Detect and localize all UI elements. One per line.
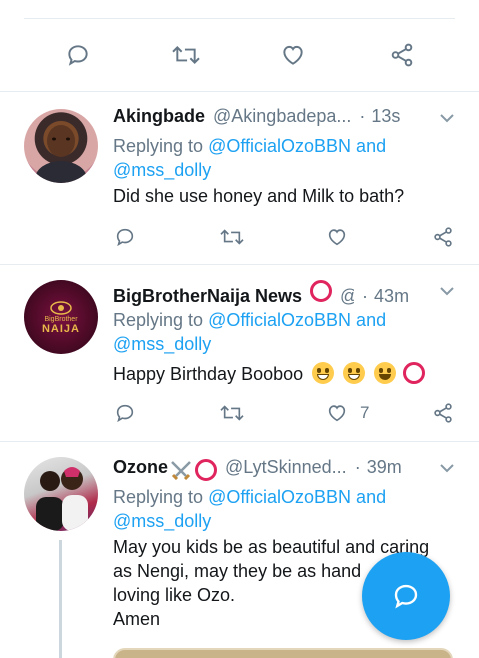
timestamp[interactable]: 39m: [367, 457, 402, 478]
tweet-text: Happy Birthday Booboo: [113, 362, 457, 386]
timestamp[interactable]: 13s: [371, 106, 400, 127]
replying-to: Replying to @OfficialOzoBBN and @mss_dol…: [113, 485, 457, 533]
thread-connector-line: [59, 540, 62, 658]
tweet-text: Did she use honey and Milk to bath?: [113, 186, 405, 206]
share-button[interactable]: [388, 42, 416, 68]
reply-icon: [68, 45, 88, 66]
separator-dot: ·: [354, 457, 361, 477]
chevron-down-icon[interactable]: [439, 461, 455, 479]
reply-button[interactable]: [114, 402, 136, 424]
share-icon: [434, 227, 452, 247]
red-circle-emoji-icon: [310, 280, 333, 302]
avatar[interactable]: BigBrother NAIJA: [24, 280, 98, 354]
timestamp[interactable]: 43m: [374, 286, 409, 307]
display-name[interactable]: Ozone: [113, 457, 168, 478]
like-button[interactable]: [326, 226, 348, 248]
grinning-emoji-icon: [312, 362, 335, 384]
reply-icon: [116, 404, 134, 423]
previous-tweet-actions: [0, 0, 479, 92]
replying-label: Replying to: [113, 487, 204, 507]
red-circle-emoji-icon: [195, 459, 218, 481]
chevron-down-icon[interactable]: [439, 111, 455, 129]
reply-button[interactable]: [114, 226, 136, 248]
compose-reply-icon: [394, 584, 418, 609]
retweet-button[interactable]: [219, 226, 245, 248]
tweet-text-content: Happy Birthday Booboo: [113, 364, 304, 384]
avatar[interactable]: [24, 109, 98, 183]
retweet-icon: [220, 229, 244, 245]
like-button[interactable]: 7: [326, 402, 369, 424]
replying-to: Replying to @OfficialOzoBBN and @mss_dol…: [113, 308, 457, 356]
retweet-icon: [220, 405, 244, 421]
tweet-header: Akingbade @Akingbadepa... · 13s: [113, 106, 457, 132]
tweet-akingbade[interactable]: Akingbade @Akingbadepa... · 13s Replying…: [0, 93, 479, 265]
display-name[interactable]: Akingbade: [113, 106, 205, 127]
replying-label: Replying to: [113, 136, 204, 156]
tweet-bbnaija-news[interactable]: BigBrother NAIJA BigBrotherNaija News @ …: [0, 266, 479, 442]
mention-link[interactable]: @mss_dolly: [113, 511, 211, 531]
share-icon: [391, 43, 413, 67]
headphones-emoji-icon: [374, 362, 397, 384]
retweet-icon: [172, 46, 200, 64]
crossed-swords-emoji-icon: [171, 461, 191, 480]
separator-dot: ·: [359, 106, 366, 126]
tweet-body: BigBrotherNaija News @ · 43m Replying to…: [113, 280, 457, 386]
like-button[interactable]: [279, 42, 307, 68]
tweet-header: BigBrotherNaija News @ · 43m: [113, 280, 457, 306]
display-name[interactable]: BigBrotherNaija News: [113, 286, 302, 307]
compose-reply-button[interactable]: [362, 552, 450, 640]
eye-logo-icon: [50, 300, 72, 315]
reply-icon: [116, 228, 134, 247]
avatar[interactable]: [24, 457, 98, 531]
retweet-button[interactable]: [170, 42, 202, 68]
share-icon: [434, 403, 452, 423]
username[interactable]: @: [340, 286, 354, 307]
divider: [24, 18, 455, 19]
retweet-button[interactable]: [219, 402, 245, 424]
share-button[interactable]: [432, 226, 454, 248]
username[interactable]: @LytSkinned...: [225, 457, 347, 478]
mention-link[interactable]: @OfficialOzoBBN and: [208, 487, 386, 507]
replying-label: Replying to: [113, 310, 204, 330]
chevron-down-icon[interactable]: [439, 284, 455, 302]
red-circle-emoji-icon: [403, 362, 426, 384]
tweet-text-segment: as Nengi, may they be as hand: [113, 561, 362, 581]
tweet-header: Ozone @LytSkinned... · 39m: [113, 457, 457, 483]
like-icon: [283, 45, 303, 65]
grinning-emoji-icon: [343, 362, 366, 384]
tweet-media-preview[interactable]: [113, 648, 453, 658]
mention-link[interactable]: @OfficialOzoBBN and: [208, 136, 386, 156]
reply-button[interactable]: [64, 42, 92, 68]
like-icon: [328, 229, 346, 246]
mention-link[interactable]: @mss_dolly: [113, 334, 211, 354]
replying-to: Replying to @OfficialOzoBBN and @mss_dol…: [113, 134, 457, 182]
avatar-label: NAIJA: [41, 322, 80, 335]
share-button[interactable]: [432, 402, 454, 424]
mention-link[interactable]: @mss_dolly: [113, 160, 211, 180]
mention-link[interactable]: @OfficialOzoBBN and: [208, 310, 386, 330]
tweet-body: Akingbade @Akingbadepa... · 13s Replying…: [113, 106, 457, 208]
like-icon: [328, 405, 346, 422]
username[interactable]: @Akingbadepa...: [213, 106, 351, 127]
like-count: 7: [360, 403, 370, 422]
avatar-label-small: BigBrother: [44, 315, 78, 323]
separator-dot: ·: [362, 286, 369, 306]
